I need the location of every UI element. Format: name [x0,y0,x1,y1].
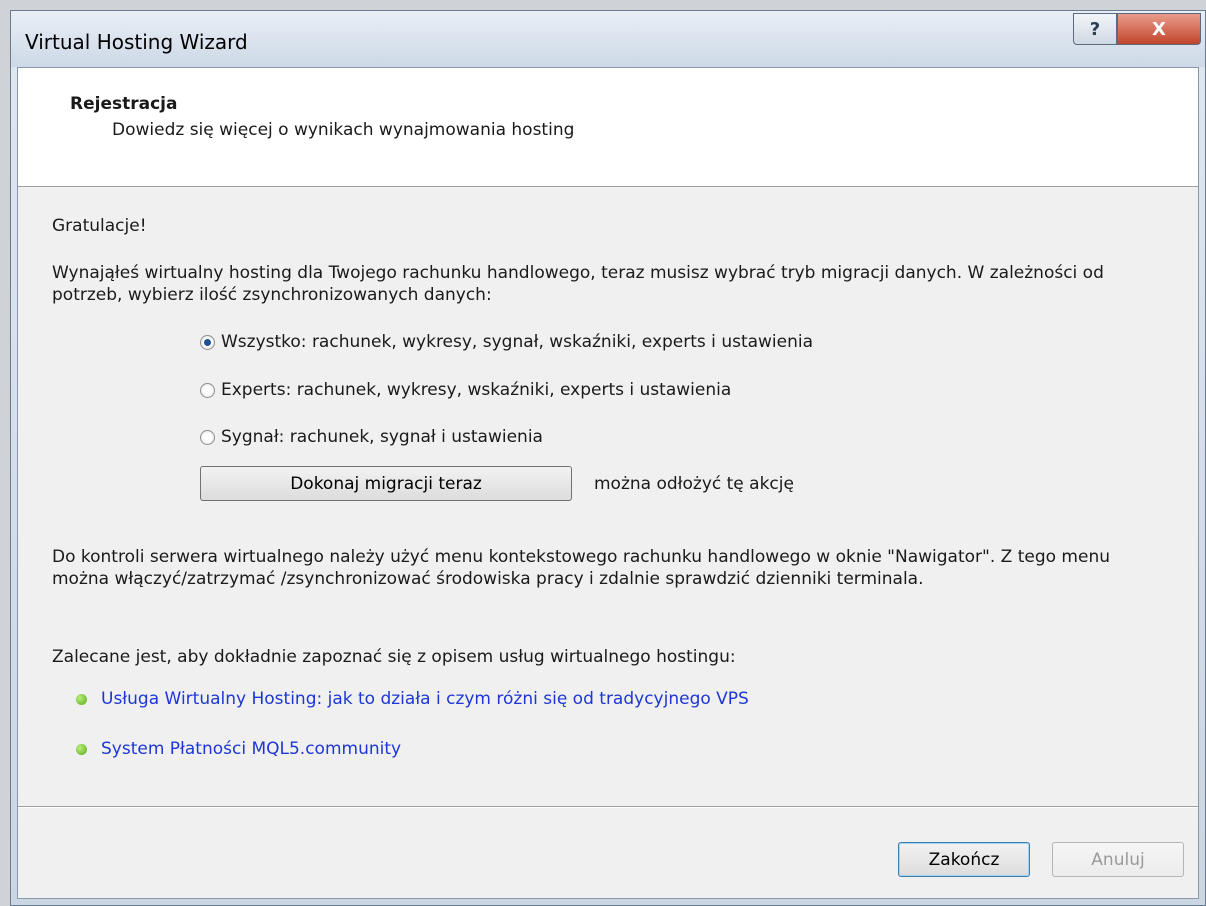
radio-selected-icon[interactable] [200,334,215,350]
close-button[interactable]: X [1117,13,1201,45]
intro-text-line-1: Wynająłeś wirtualny hosting dla Twojego … [52,263,1104,283]
recommend-text: Zalecane jest, aby dokładnie zapoznać si… [52,647,736,667]
radio-icon[interactable] [200,382,215,398]
option-signal[interactable]: Sygnał: rachunek, sygnał i ustawienia [200,427,543,447]
payment-system-link[interactable]: System Płatności MQL5.community [101,739,401,759]
page-subtitle: Dowiedz się więcej o wynikach wynajmowan… [112,120,575,140]
migrate-now-button[interactable]: Dokonaj migracji teraz [200,466,572,501]
migrate-note: można odłożyć tę akcję [594,474,794,494]
option-experts-label: Experts: rachunek, wykresy, wskaźniki, e… [221,380,732,400]
finish-button[interactable]: Zakończ [898,842,1030,877]
radio-icon[interactable] [200,429,215,445]
link-item-payment-system[interactable]: System Płatności MQL5.community [76,739,401,759]
help-icon: ? [1089,18,1101,40]
wizard-header: Rejestracja Dowiedz się więcej o wynikac… [18,68,1198,187]
cancel-button[interactable]: Anuluj [1052,842,1184,877]
bullet-icon [76,743,87,755]
bullet-icon [76,693,87,705]
wizard-client-area: Rejestracja Dowiedz się więcej o wynikac… [17,67,1199,899]
virtual-hosting-link[interactable]: Usługa Wirtualny Hosting: jak to działa … [101,689,749,709]
link-item-virtual-hosting[interactable]: Usługa Wirtualny Hosting: jak to działa … [76,689,749,709]
close-icon: X [1152,18,1166,40]
option-signal-label: Sygnał: rachunek, sygnał i ustawienia [221,427,543,447]
control-text-line-1: Do kontroli serwera wirtualnego należy u… [52,547,1110,567]
help-button[interactable]: ? [1073,13,1117,45]
title-bar[interactable]: Virtual Hosting Wizard ? X [11,11,1205,67]
window-title: Virtual Hosting Wizard [25,30,248,54]
page-title: Rejestracja [70,94,178,114]
greeting-text: Gratulacje! [52,216,147,236]
intro-text-line-2: potrzeb, wybierz ilość zsynchronizowanyc… [52,285,492,305]
option-all-label: Wszystko: rachunek, wykresy, sygnał, wsk… [221,332,814,352]
option-experts[interactable]: Experts: rachunek, wykresy, wskaźniki, e… [200,380,731,400]
control-text-line-2: można włączyć/zatrzymać /zsynchronizować… [52,569,924,589]
wizard-window: Virtual Hosting Wizard ? X Rejestracja D… [10,10,1206,906]
footer-divider [18,806,1198,808]
option-all[interactable]: Wszystko: rachunek, wykresy, sygnał, wsk… [200,332,813,352]
